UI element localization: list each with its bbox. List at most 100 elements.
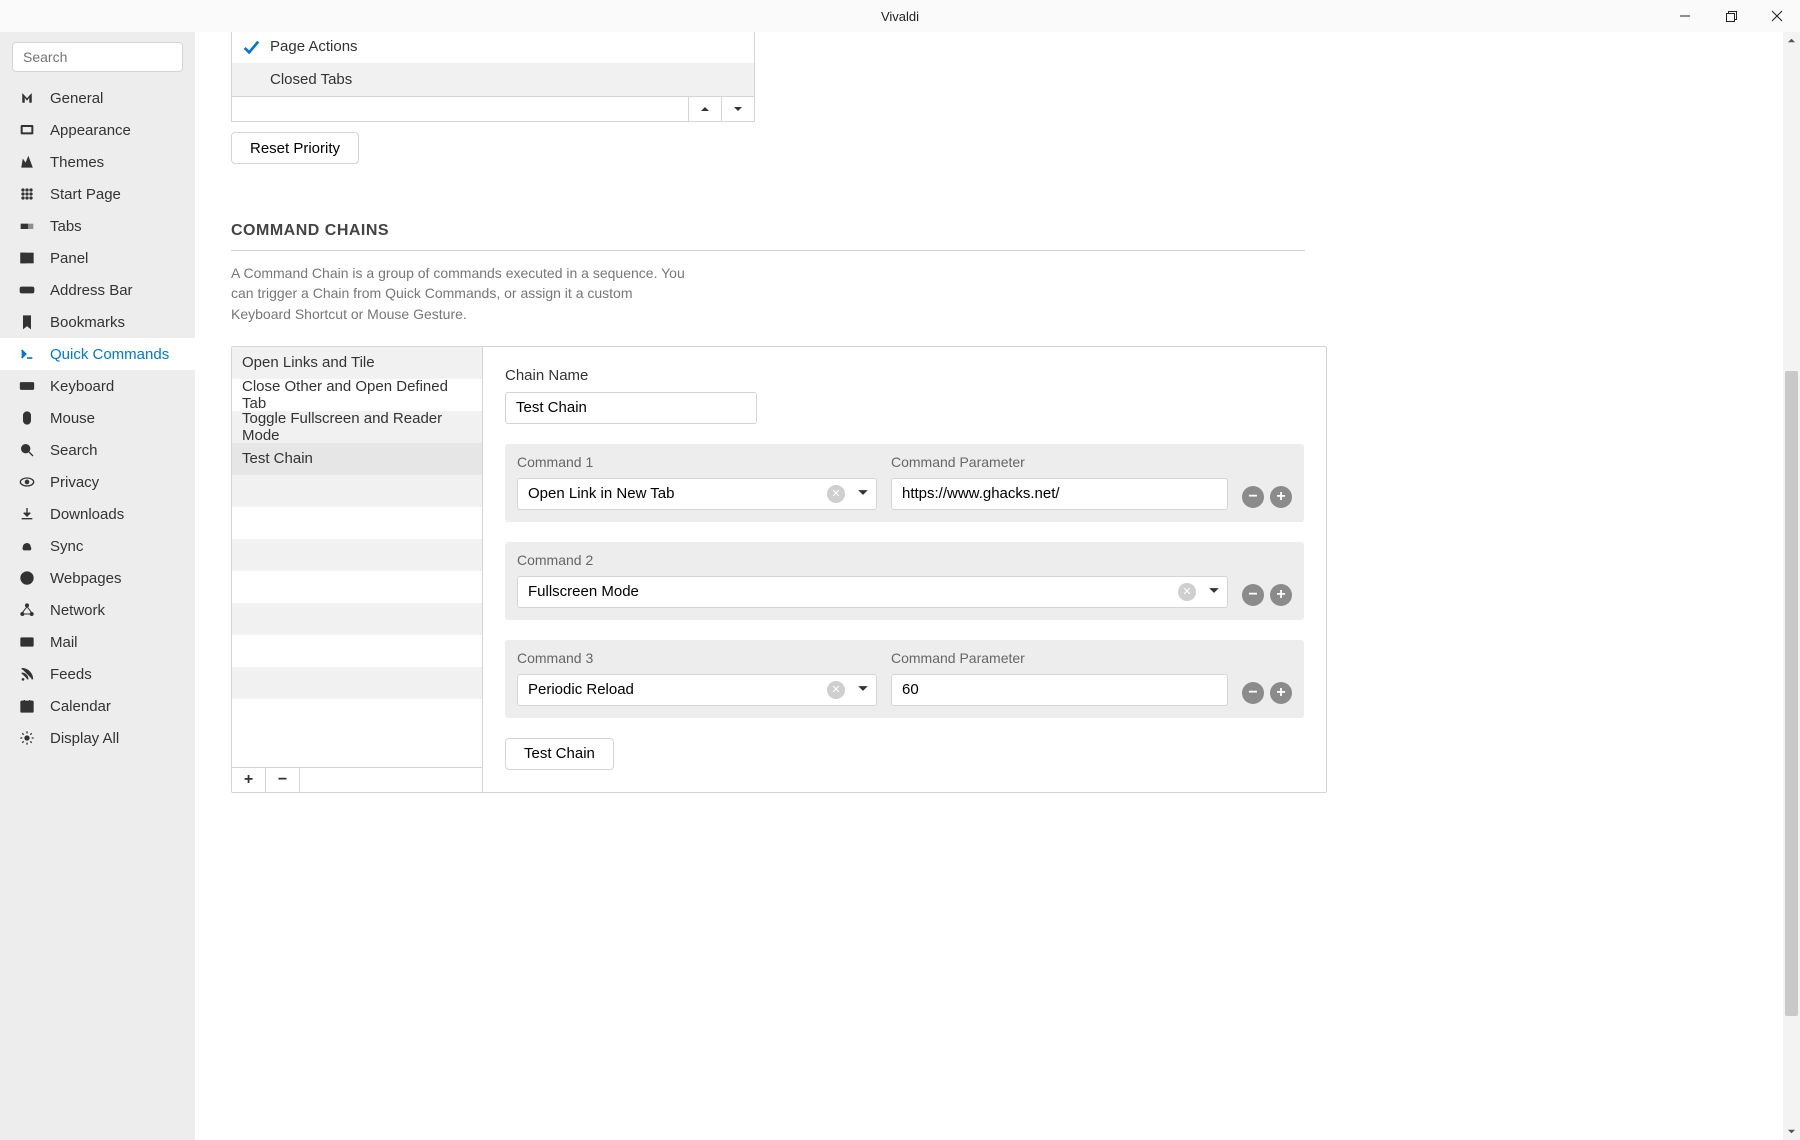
sidebar-item-mail[interactable]: Mail bbox=[0, 626, 195, 658]
command-add-button[interactable]: + bbox=[1270, 584, 1292, 606]
chain-add-button[interactable]: + bbox=[232, 768, 266, 792]
sidebar-item-label: Downloads bbox=[50, 506, 124, 523]
sidebar-item-label: Tabs bbox=[50, 218, 82, 235]
sidebar-item-webpages[interactable]: Webpages bbox=[0, 562, 195, 594]
priority-row-label: Closed Tabs bbox=[270, 71, 352, 88]
appearance-icon bbox=[18, 122, 36, 138]
sidebar-item-calendar[interactable]: Calendar bbox=[0, 690, 195, 722]
keyboard-icon bbox=[18, 378, 36, 394]
command-remove-button[interactable]: − bbox=[1242, 486, 1264, 508]
chain-list-item[interactable]: Test Chain bbox=[232, 443, 482, 475]
chain-list-item bbox=[232, 635, 482, 667]
chain-list-item bbox=[232, 539, 482, 571]
command-remove-button[interactable]: − bbox=[1242, 584, 1264, 606]
address-bar-icon bbox=[18, 282, 36, 298]
chain-name-input[interactable] bbox=[505, 392, 757, 424]
sidebar-item-label: Mail bbox=[50, 634, 78, 651]
sidebar-item-quick-commands[interactable]: Quick Commands bbox=[0, 338, 195, 370]
webpages-icon bbox=[18, 570, 36, 586]
chevron-down-icon[interactable] bbox=[857, 681, 869, 698]
priority-row[interactable]: Closed Tabs bbox=[232, 63, 754, 96]
sidebar-item-downloads[interactable]: Downloads bbox=[0, 498, 195, 530]
sidebar-item-address-bar[interactable]: Address Bar bbox=[0, 274, 195, 306]
command-parameter-input-1[interactable] bbox=[891, 478, 1228, 510]
sidebar-item-label: Webpages bbox=[50, 570, 121, 587]
command-row-1: Command 1 ✕ Command Parameter bbox=[505, 444, 1304, 522]
command-select-2[interactable] bbox=[517, 576, 1228, 608]
sync-icon bbox=[18, 538, 36, 554]
command-add-button[interactable]: + bbox=[1270, 682, 1292, 704]
start-page-icon bbox=[18, 186, 36, 202]
sidebar-item-display-all[interactable]: Display All bbox=[0, 722, 195, 754]
sidebar-item-panel[interactable]: Panel bbox=[0, 242, 195, 274]
chain-list-item[interactable]: Toggle Fullscreen and Reader Mode bbox=[232, 411, 482, 443]
sidebar-item-label: Appearance bbox=[50, 122, 131, 139]
chain-list-item-label: Toggle Fullscreen and Reader Mode bbox=[242, 410, 472, 444]
window-minimize-button[interactable] bbox=[1662, 0, 1708, 32]
sidebar-item-label: Start Page bbox=[50, 186, 121, 203]
command-select-3[interactable] bbox=[517, 674, 877, 706]
chain-list-item[interactable]: Open Links and Tile bbox=[232, 347, 482, 379]
sidebar-item-label: Privacy bbox=[50, 474, 99, 491]
sidebar-item-appearance[interactable]: Appearance bbox=[0, 114, 195, 146]
sidebar-item-general[interactable]: General bbox=[0, 82, 195, 114]
chevron-down-icon[interactable] bbox=[857, 485, 869, 502]
command-add-button[interactable]: + bbox=[1270, 486, 1292, 508]
scrollbar-thumb[interactable] bbox=[1785, 371, 1798, 1015]
priority-move-up-button[interactable] bbox=[688, 97, 721, 121]
display-all-icon bbox=[18, 730, 36, 746]
chain-list-item bbox=[232, 667, 482, 699]
chain-list-item bbox=[232, 603, 482, 635]
sidebar-item-bookmarks[interactable]: Bookmarks bbox=[0, 306, 195, 338]
priority-row-label: Page Actions bbox=[270, 38, 358, 55]
sidebar-item-network[interactable]: Network bbox=[0, 594, 195, 626]
sidebar-item-label: Mouse bbox=[50, 410, 95, 427]
clear-icon[interactable]: ✕ bbox=[827, 681, 845, 699]
priority-move-down-button[interactable] bbox=[721, 97, 754, 121]
chain-list: Open Links and TileClose Other and Open … bbox=[232, 347, 483, 792]
sidebar-item-feeds[interactable]: Feeds bbox=[0, 658, 195, 690]
clear-icon[interactable]: ✕ bbox=[1178, 583, 1196, 601]
window-maximize-button[interactable] bbox=[1708, 0, 1754, 32]
command-title: Command 3 bbox=[517, 650, 877, 666]
settings-sidebar: General Appearance Themes Start Page Tabs Pan… bbox=[0, 32, 195, 1140]
chain-list-item-label: Close Other and Open Defined Tab bbox=[242, 378, 472, 412]
reset-priority-button[interactable]: Reset Priority bbox=[231, 132, 359, 164]
command-parameter-label: Command Parameter bbox=[891, 650, 1228, 666]
chevron-down-icon[interactable] bbox=[1208, 583, 1220, 600]
command-title: Command 2 bbox=[517, 552, 1228, 568]
scrollbar-down-icon[interactable] bbox=[1783, 1123, 1800, 1140]
sidebar-item-label: Calendar bbox=[50, 698, 111, 715]
priority-list: Page Actions Closed Tabs bbox=[231, 32, 755, 122]
sidebar-item-sync[interactable]: Sync bbox=[0, 530, 195, 562]
sidebar-item-tabs[interactable]: Tabs bbox=[0, 210, 195, 242]
window-title: Vivaldi bbox=[881, 9, 919, 24]
sidebar-item-mouse[interactable]: Mouse bbox=[0, 402, 195, 434]
chain-remove-button[interactable]: − bbox=[266, 768, 300, 792]
chain-list-item[interactable]: Close Other and Open Defined Tab bbox=[232, 379, 482, 411]
sidebar-item-label: Search bbox=[50, 442, 98, 459]
divider bbox=[231, 250, 1305, 251]
command-select-1[interactable] bbox=[517, 478, 877, 510]
command-parameter-input-3[interactable] bbox=[891, 674, 1228, 706]
command-remove-button[interactable]: − bbox=[1242, 682, 1264, 704]
scrollbar-up-icon[interactable] bbox=[1783, 32, 1800, 49]
general-icon bbox=[18, 90, 36, 106]
priority-row[interactable]: Page Actions bbox=[232, 32, 754, 63]
vertical-scrollbar[interactable] bbox=[1783, 32, 1800, 1140]
window-close-button[interactable] bbox=[1754, 0, 1800, 32]
chain-list-item bbox=[232, 507, 482, 539]
sidebar-item-label: Feeds bbox=[50, 666, 92, 683]
sidebar-item-search[interactable]: Search bbox=[0, 434, 195, 466]
sidebar-item-keyboard[interactable]: Keyboard bbox=[0, 370, 195, 402]
calendar-icon bbox=[18, 698, 36, 714]
clear-icon[interactable]: ✕ bbox=[827, 485, 845, 503]
sidebar-item-start-page[interactable]: Start Page bbox=[0, 178, 195, 210]
command-chains-editor: Open Links and TileClose Other and Open … bbox=[231, 346, 1327, 793]
network-icon bbox=[18, 602, 36, 618]
sidebar-item-themes[interactable]: Themes bbox=[0, 146, 195, 178]
test-chain-button[interactable]: Test Chain bbox=[505, 738, 614, 770]
feeds-icon bbox=[18, 666, 36, 682]
settings-search-input[interactable] bbox=[12, 42, 183, 72]
sidebar-item-privacy[interactable]: Privacy bbox=[0, 466, 195, 498]
